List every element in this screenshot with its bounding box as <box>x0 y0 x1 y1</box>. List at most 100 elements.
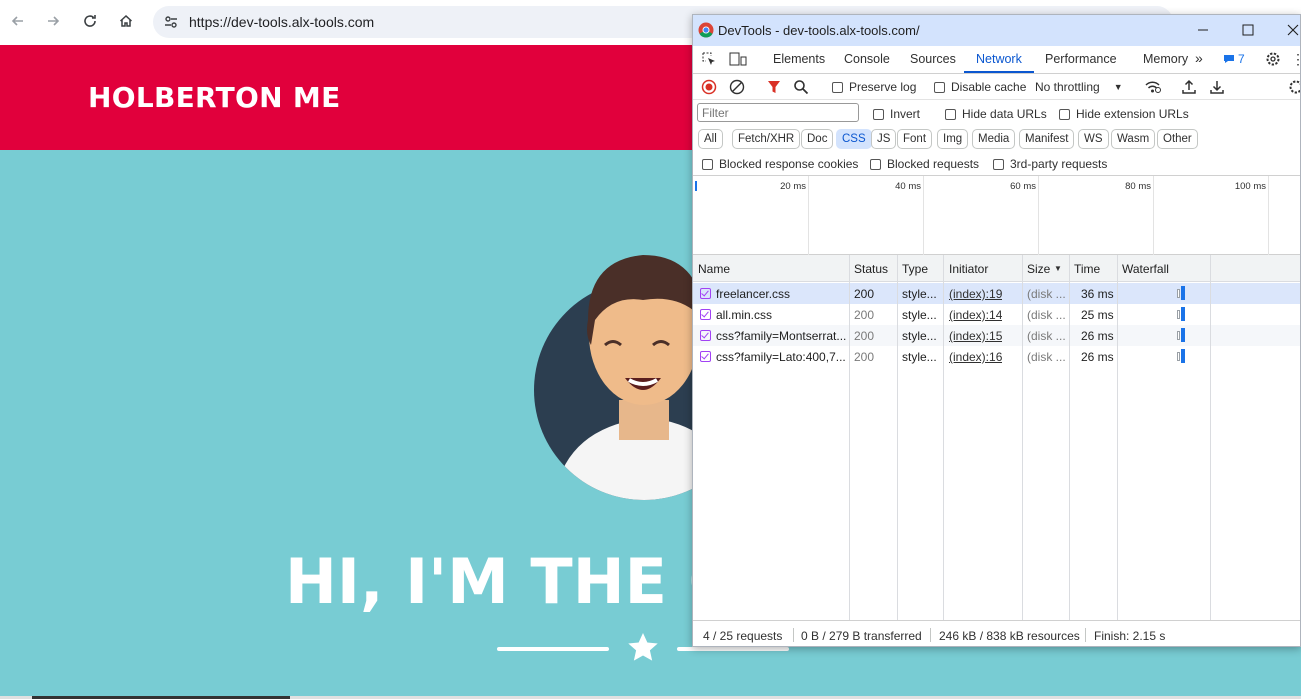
checkbox[interactable] <box>870 158 881 170</box>
more-options-icon[interactable]: ⋮ <box>1291 51 1300 68</box>
checkbox[interactable] <box>702 158 713 170</box>
throttling-select[interactable]: No throttling ▼ <box>1035 80 1123 94</box>
hide-extension-urls-checkbox[interactable]: Hide extension URLs <box>1059 107 1189 121</box>
request-name[interactable]: freelancer.css <box>716 287 846 301</box>
tab-sources[interactable]: Sources <box>910 52 956 66</box>
import-har-icon[interactable] <box>1181 79 1197 98</box>
column-status[interactable]: Status <box>854 262 888 276</box>
request-time: 26 ms <box>1081 350 1114 364</box>
forward-icon[interactable] <box>42 10 64 32</box>
tab-elements[interactable]: Elements <box>773 52 825 66</box>
table-row[interactable]: all.min.css 200 style... (index):14 (dis… <box>693 304 1300 325</box>
type-wasm[interactable]: Wasm <box>1111 129 1156 149</box>
reload-icon[interactable] <box>79 10 101 32</box>
column-name[interactable]: Name <box>698 262 730 276</box>
column-divider[interactable] <box>943 255 944 620</box>
type-other[interactable]: Other <box>1157 129 1198 149</box>
close-icon[interactable] <box>1281 19 1300 41</box>
type-media[interactable]: Media <box>972 129 1016 149</box>
type-doc[interactable]: Doc <box>801 129 834 149</box>
hide-data-urls-checkbox[interactable]: Hide data URLs <box>945 107 1047 121</box>
overview-gridline <box>1153 176 1154 255</box>
column-divider[interactable] <box>1022 255 1023 620</box>
type-ws[interactable]: WS <box>1078 129 1109 149</box>
checkbox[interactable] <box>1059 108 1070 120</box>
tab-network[interactable]: Network <box>976 52 1022 66</box>
export-har-icon[interactable] <box>1209 79 1225 98</box>
more-tabs-icon[interactable]: » <box>1195 50 1203 66</box>
checkbox[interactable] <box>945 108 956 120</box>
table-row[interactable]: freelancer.css 200 style... (index):19 (… <box>693 283 1300 304</box>
column-size[interactable]: Size <box>1027 262 1050 276</box>
tab-memory[interactable]: Memory <box>1143 52 1188 66</box>
network-overview[interactable]: 20 ms 40 ms 60 ms 80 ms 100 ms <box>693 176 1300 255</box>
waterfall-waiting <box>1177 331 1180 340</box>
preserve-log-checkbox[interactable]: Preserve log <box>832 80 916 94</box>
column-divider[interactable] <box>1117 255 1118 620</box>
divider-line-left <box>497 647 609 651</box>
request-initiator[interactable]: (index):16 <box>949 350 1002 364</box>
invert-checkbox[interactable]: Invert <box>873 107 920 121</box>
settings-icon[interactable] <box>1265 51 1281 70</box>
type-manifest[interactable]: Manifest <box>1019 129 1075 149</box>
request-initiator[interactable]: (index):19 <box>949 287 1002 301</box>
network-conditions-icon[interactable] <box>1144 79 1162 98</box>
blocked-cookies-checkbox[interactable]: Blocked response cookies <box>702 157 858 171</box>
devtools-tabbar: Elements Console Sources Network Perform… <box>693 46 1300 74</box>
disable-cache-checkbox[interactable]: Disable cache <box>934 80 1026 94</box>
minimize-icon[interactable] <box>1191 19 1215 41</box>
request-size: (disk ... <box>1027 308 1066 322</box>
issues-badge[interactable]: 7 <box>1223 52 1245 66</box>
column-divider[interactable] <box>849 255 850 620</box>
divider-line-right <box>677 647 789 651</box>
column-divider[interactable] <box>1210 255 1211 620</box>
type-css[interactable]: CSS <box>836 129 872 149</box>
column-initiator[interactable]: Initiator <box>949 262 988 276</box>
table-row[interactable]: css?family=Lato:400,7... 200 style... (i… <box>693 346 1300 367</box>
type-fetch-xhr[interactable]: Fetch/XHR <box>732 129 801 149</box>
clear-icon[interactable] <box>729 79 745 98</box>
checkbox[interactable] <box>934 81 945 93</box>
request-initiator[interactable]: (index):15 <box>949 329 1002 343</box>
request-type: style... <box>902 308 937 322</box>
inspect-element-icon[interactable] <box>701 51 717 70</box>
finish-time: Finish: 2.15 s <box>1094 629 1166 643</box>
tab-performance[interactable]: Performance <box>1045 52 1117 66</box>
column-waterfall[interactable]: Waterfall <box>1122 262 1169 276</box>
device-toolbar-icon[interactable] <box>729 51 747 70</box>
request-name[interactable]: css?family=Montserrat... <box>716 329 846 343</box>
maximize-icon[interactable] <box>1236 19 1260 41</box>
filter-input[interactable] <box>697 103 859 122</box>
record-icon[interactable] <box>701 79 717 98</box>
request-name[interactable]: all.min.css <box>716 308 846 322</box>
filter-icon[interactable] <box>766 79 782 98</box>
checkbox[interactable] <box>832 81 843 93</box>
tab-console[interactable]: Console <box>844 52 890 66</box>
column-type[interactable]: Type <box>902 262 928 276</box>
search-icon[interactable] <box>793 79 809 98</box>
request-name[interactable]: css?family=Lato:400,7... <box>716 350 846 364</box>
type-all[interactable]: All <box>698 129 723 149</box>
column-divider[interactable] <box>1069 255 1070 620</box>
column-divider[interactable] <box>897 255 898 620</box>
home-icon[interactable] <box>115 10 137 32</box>
overview-tick-label: 60 ms <box>1010 181 1036 192</box>
overview-tick-label: 20 ms <box>780 181 806 192</box>
checkbox[interactable] <box>993 158 1004 170</box>
type-js[interactable]: JS <box>871 129 897 149</box>
site-info-icon[interactable] <box>163 14 179 35</box>
back-icon[interactable] <box>7 10 29 32</box>
third-party-checkbox[interactable]: 3rd-party requests <box>993 157 1107 171</box>
table-row[interactable]: css?family=Montserrat... 200 style... (i… <box>693 325 1300 346</box>
column-time[interactable]: Time <box>1074 262 1100 276</box>
type-font[interactable]: Font <box>897 129 933 149</box>
type-img[interactable]: Img <box>937 129 969 149</box>
blocked-requests-checkbox[interactable]: Blocked requests <box>870 157 979 171</box>
resource-type-filter: All Fetch/XHR Doc CSS JS Font Img Media … <box>693 126 1300 152</box>
request-time: 26 ms <box>1081 329 1114 343</box>
network-settings-icon[interactable] <box>1288 79 1300 98</box>
brand-logo[interactable]: HOLBERTON ME <box>88 81 341 114</box>
blocked-filter-bar: Blocked response cookies Blocked request… <box>693 152 1300 176</box>
request-initiator[interactable]: (index):14 <box>949 308 1002 322</box>
checkbox[interactable] <box>873 108 884 120</box>
